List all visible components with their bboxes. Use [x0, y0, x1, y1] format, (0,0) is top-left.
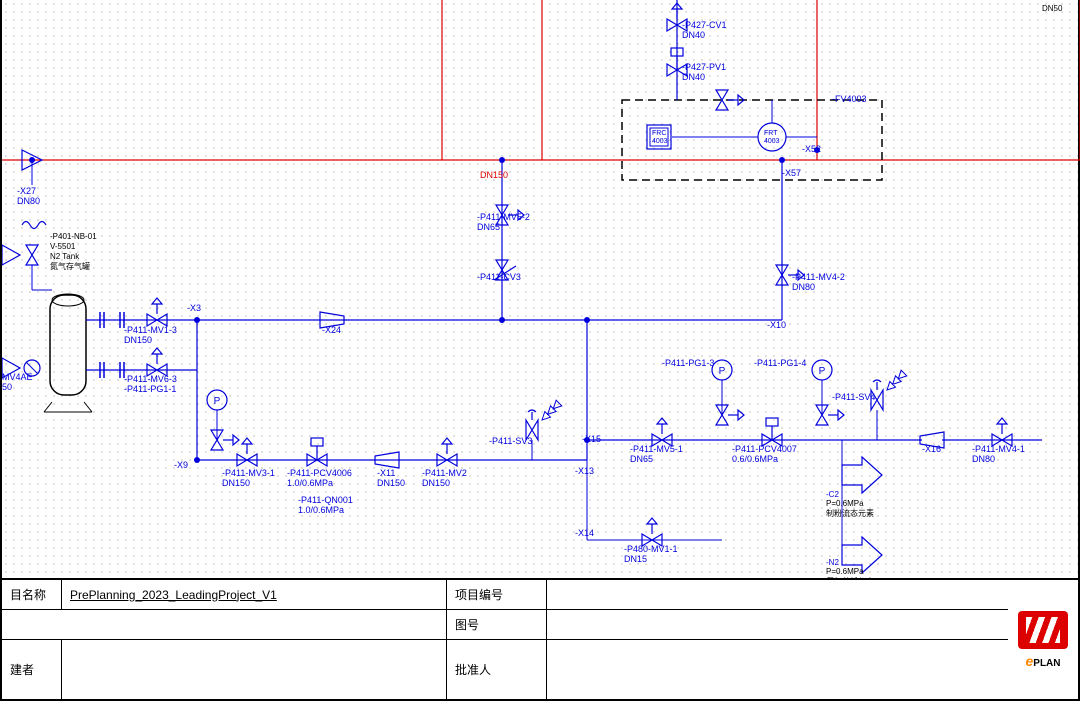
tag-mv4ae: MV4AE50	[2, 372, 33, 392]
tag-frc4003: FRC4003	[652, 130, 668, 146]
tag-mv4-1: -P411-MV4-1DN80	[972, 444, 1025, 464]
title-block: 目名称 PrePlanning_2023_LeadingProject_V1 项…	[0, 578, 1080, 701]
tag-x13: -X13	[575, 466, 594, 476]
tag-x11: -X11DN150	[377, 468, 405, 488]
tag-mv6-3: -P411-MV6-3-P411-PG1-1	[124, 374, 177, 394]
tag-fv4003: -FV4003	[832, 94, 867, 104]
tag-x24: -X24	[322, 325, 341, 335]
tag-c2: -C2P=0.6MPa制粉流态元素	[826, 490, 874, 519]
tag-x57: -X57	[782, 168, 801, 178]
tag-x10: -X10	[767, 320, 786, 330]
tb-project-name: PrePlanning_2023_LeadingProject_V1	[62, 580, 447, 609]
tag-x52: -X52	[802, 144, 821, 154]
tag-cv3: -P411-CV3	[477, 272, 521, 282]
tag-x3: -X3	[187, 303, 201, 313]
company-logo-icon	[1018, 611, 1068, 649]
tag-qn001: -P411-QN0011.0/0.6MPa	[298, 495, 353, 515]
tag-x14: -X14	[575, 528, 594, 538]
tb-approver-label: 批准人	[447, 640, 547, 699]
tag-dn50-r: DN50	[1042, 4, 1062, 13]
tag-sv4: -P411-SV4	[832, 392, 875, 402]
tag-mv5-2: -P411-MV5-2DN65	[477, 212, 530, 232]
tag-tank: -P401-NB-01V-5501N2 Tank氮气存气罐	[50, 232, 97, 272]
pid-svg: P	[2, 0, 1080, 578]
tag-mv1-3: -P411-MV1-3DN150	[124, 325, 177, 345]
tag-p427-pv1: -P427-PV1DN40	[682, 62, 726, 82]
tag-pcv4006: -P411-PCV40061.0/0.6MPa	[287, 468, 352, 488]
tag-mv5-1: -P411-MV5-1DN65	[630, 444, 683, 464]
tag-x27: -X27DN80	[17, 186, 40, 206]
tag-sv3: -P411-SV3	[489, 436, 532, 446]
tag-x16: -X16	[922, 444, 941, 454]
tag-mv3-1: -P411-MV3-1DN150	[222, 468, 275, 488]
tag-pg1-3: -P411-PG1-3	[662, 358, 714, 368]
tag-mv4-2: -P411-MV4-2DN80	[792, 272, 845, 292]
tb-drawing-label: 图号	[447, 610, 547, 639]
tag-x15: -X15	[582, 434, 601, 444]
tb-project-num-label: 项目编号	[447, 580, 547, 609]
tag-mv2: -P411-MV2DN150	[422, 468, 467, 488]
tag-pg1-4: -P411-PG1-4	[754, 358, 806, 368]
pid-canvas[interactable]: P	[0, 0, 1080, 578]
logo-cell: ePLAN	[1008, 580, 1078, 699]
tag-dn150: DN150	[480, 170, 508, 180]
tb-project-num	[547, 580, 1078, 609]
tag-x9: -X9	[174, 460, 188, 470]
tag-p480: -P480-MV1-1DN15	[624, 544, 678, 564]
eplan-logo: ePLAN	[1025, 653, 1060, 669]
tb-project-name-label: 目名称	[2, 580, 62, 609]
tag-frt4003: FRT4003	[764, 130, 780, 146]
tb-creator-label: 建者	[2, 640, 62, 699]
tag-pcv4007: -P411-PCV40070.6/0.6MPa	[732, 444, 797, 464]
tag-p427-cv1: -P427-CV1DN40	[682, 20, 727, 40]
